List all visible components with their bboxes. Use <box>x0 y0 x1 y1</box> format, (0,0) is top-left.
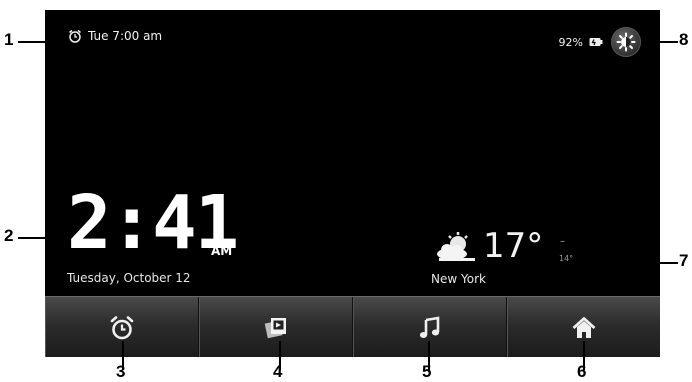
dock-gallery-button[interactable] <box>199 297 353 357</box>
callout-label-8: 8 <box>679 30 689 49</box>
clock-date: Tuesday, October 12 <box>67 271 191 285</box>
battery-charging-icon <box>589 38 603 46</box>
callout-line-7 <box>572 262 678 264</box>
dock-music-button[interactable] <box>353 297 507 357</box>
bottom-dock <box>45 296 660 357</box>
callout-label-2: 2 <box>4 226 14 245</box>
callout-label-1: 1 <box>4 30 14 49</box>
callout-line-2 <box>18 237 68 239</box>
partly-cloudy-icon[interactable] <box>435 232 477 262</box>
callout-label-6: 6 <box>577 362 587 381</box>
status-alarm: Tue 7:00 am <box>68 29 162 43</box>
weather-temperature[interactable]: 17° <box>483 226 543 266</box>
photo-gallery-icon <box>264 317 286 338</box>
alarm-clock-icon <box>110 315 133 339</box>
device-screen: Tue 7:00 am 92% 2:41 AM Tuesday, October… <box>45 10 660 357</box>
callout-label-3: 3 <box>116 362 126 381</box>
callout-line-1 <box>18 41 66 43</box>
weather-high: – <box>560 236 565 247</box>
home-icon <box>572 316 595 338</box>
brightness-button[interactable] <box>611 27 641 57</box>
status-right: 92% <box>559 27 641 57</box>
clock-ampm: AM <box>211 244 233 258</box>
alarm-icon <box>69 29 81 43</box>
music-note-icon <box>419 315 439 338</box>
callout-label-7: 7 <box>679 251 689 270</box>
callout-line-8 <box>646 41 678 43</box>
battery-percent: 92% <box>558 35 583 49</box>
callout-label-4: 4 <box>273 362 283 381</box>
weather-city: New York <box>431 272 486 286</box>
brightness-icon <box>616 32 636 52</box>
callout-label-5: 5 <box>422 362 432 381</box>
alarm-time-text: Tue 7:00 am <box>88 29 163 43</box>
